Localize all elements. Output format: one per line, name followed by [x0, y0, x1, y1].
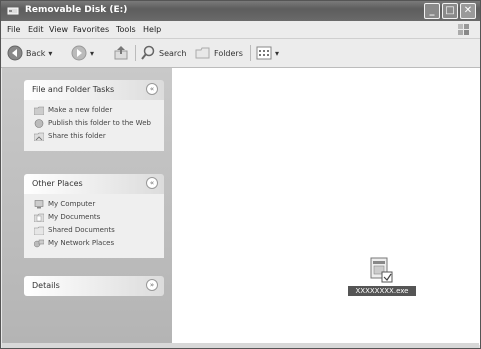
file-folder-tasks-body: Make a new folder Publish this folder to…: [24, 100, 164, 151]
forward-dropdown-icon: ▾: [90, 48, 95, 58]
details-title: Details: [32, 281, 60, 290]
task-make-new-folder[interactable]: Make a new folder: [34, 106, 158, 115]
folders-button[interactable]: Folders: [195, 44, 243, 62]
back-dropdown-icon: ▾: [48, 48, 53, 58]
file-folder-tasks-header[interactable]: File and Folder Tasks «: [24, 80, 164, 100]
forward-button[interactable]: ▾: [71, 44, 94, 62]
title-bar[interactable]: Removable Disk (E:) _ □ ✕: [1, 1, 480, 21]
menu-view[interactable]: View: [49, 25, 68, 34]
menu-favorites[interactable]: Favorites: [73, 25, 109, 34]
views-dropdown-icon: ▾: [275, 48, 280, 58]
minimize-button[interactable]: _: [424, 3, 440, 19]
drive-icon: [7, 7, 19, 15]
executable-file-icon: [370, 257, 393, 283]
folders-icon: [195, 47, 210, 59]
other-places-title: Other Places: [32, 179, 83, 188]
task-publish-folder[interactable]: Publish this folder to the Web: [34, 119, 158, 128]
windows-logo-icon: [458, 24, 469, 35]
place-label: My Network Places: [48, 239, 115, 247]
shared-folder-icon: [34, 226, 44, 235]
status-bar: [2, 343, 479, 348]
place-label: My Computer: [48, 200, 96, 208]
window-title: Removable Disk (E:): [25, 5, 128, 15]
task-label: Make a new folder: [48, 106, 113, 114]
collapse-chevron-icon[interactable]: «: [146, 177, 158, 189]
share-folder-icon: [34, 132, 44, 141]
documents-icon: [34, 213, 44, 222]
collapse-chevron-icon[interactable]: «: [146, 83, 158, 95]
toolbar: Back ▾ ▾ Search Folders ▾: [1, 39, 480, 68]
menu-bar: File Edit View Favorites Tools Help: [1, 21, 480, 39]
other-places-panel: Other Places « My Computer My Documents …: [24, 174, 164, 258]
toolbar-separator: [135, 45, 136, 61]
file-list-view[interactable]: XXXXXXXX.exe: [172, 68, 480, 345]
place-my-documents[interactable]: My Documents: [34, 213, 158, 222]
network-icon: [34, 239, 44, 248]
globe-icon: [34, 119, 44, 128]
task-label: Publish this folder to the Web: [48, 119, 151, 127]
toolbar-separator: [250, 45, 251, 61]
task-share-folder[interactable]: Share this folder: [34, 132, 158, 141]
forward-arrow-icon: [71, 45, 87, 61]
maximize-button[interactable]: □: [442, 3, 458, 19]
back-arrow-icon: [7, 45, 23, 61]
computer-icon: [34, 200, 44, 209]
up-folder-button[interactable]: [113, 44, 129, 62]
file-name-label: XXXXXXXX.exe: [348, 286, 416, 296]
menu-tools[interactable]: Tools: [116, 25, 136, 34]
search-label: Search: [159, 48, 187, 58]
up-folder-icon: [114, 46, 128, 60]
back-button[interactable]: Back ▾: [7, 44, 52, 62]
task-pane: File and Folder Tasks « Make a new folde…: [2, 68, 172, 345]
new-folder-icon: [34, 106, 44, 115]
task-label: Share this folder: [48, 132, 106, 140]
place-my-computer[interactable]: My Computer: [34, 200, 158, 209]
other-places-body: My Computer My Documents Shared Document…: [24, 194, 164, 258]
expand-chevron-icon[interactable]: »: [146, 279, 158, 291]
views-icon: [256, 46, 272, 60]
details-panel: Details »: [24, 276, 164, 296]
folders-label: Folders: [214, 48, 243, 58]
file-item[interactable]: XXXXXXXX.exe: [348, 256, 416, 296]
explorer-window: Removable Disk (E:) _ □ ✕ File Edit View…: [0, 0, 481, 349]
file-folder-tasks-title: File and Folder Tasks: [32, 85, 115, 94]
details-header[interactable]: Details »: [24, 276, 164, 296]
search-icon: [141, 45, 155, 60]
search-button[interactable]: Search: [140, 44, 186, 62]
place-my-network-places[interactable]: My Network Places: [34, 239, 158, 248]
views-button[interactable]: ▾: [256, 44, 279, 62]
back-label: Back: [26, 48, 46, 58]
place-label: My Documents: [48, 213, 101, 221]
close-button[interactable]: ✕: [460, 3, 476, 19]
menu-help[interactable]: Help: [143, 25, 161, 34]
menu-edit[interactable]: Edit: [28, 25, 44, 34]
menu-file[interactable]: File: [7, 25, 20, 34]
place-label: Shared Documents: [48, 226, 115, 234]
other-places-header[interactable]: Other Places «: [24, 174, 164, 194]
file-folder-tasks-panel: File and Folder Tasks « Make a new folde…: [24, 80, 164, 151]
place-shared-documents[interactable]: Shared Documents: [34, 226, 158, 235]
